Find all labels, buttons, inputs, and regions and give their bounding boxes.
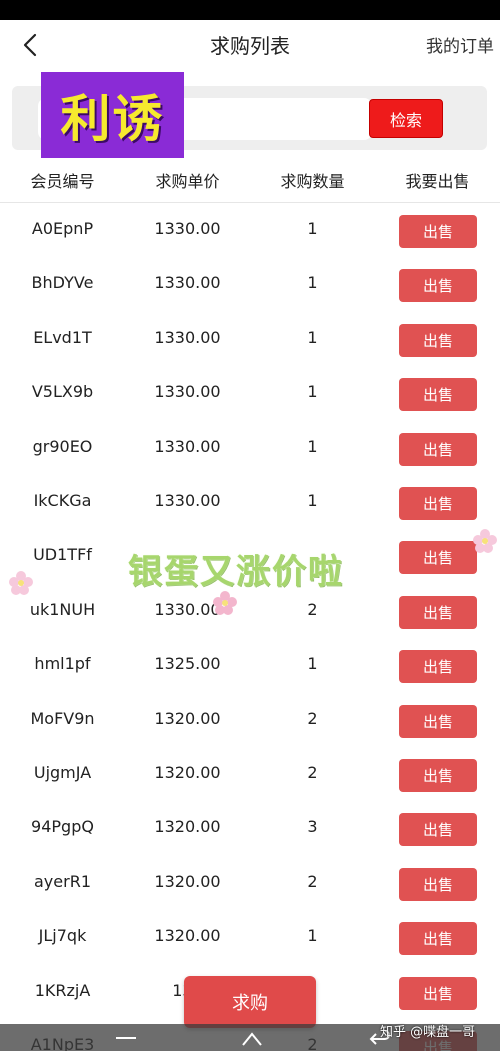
- table-row: BhDYVe 1330.00 1 出售: [0, 258, 500, 312]
- table-row: ELvd1T 1330.00 1 出售: [0, 313, 500, 367]
- status-bar: [0, 0, 500, 20]
- member-id-cell: V5LX9b: [31, 382, 94, 402]
- sell-button[interactable]: 出售: [399, 759, 477, 792]
- price-cell: 1320.00: [154, 817, 221, 837]
- price-cell: 1330.00: [154, 491, 221, 510]
- price-cell: 1325.00: [154, 654, 221, 674]
- sell-button[interactable]: 出售: [399, 922, 477, 956]
- price-cell: 1330.00: [154, 436, 221, 456]
- page: 求购列表 我的订单 检索 利诱 会员编号 求购单价 求购数量 我要出售 A0Ep…: [0, 0, 500, 1051]
- member-id-cell: IkCKGa: [33, 491, 92, 510]
- nav-bar: 求购列表 我的订单: [0, 20, 500, 70]
- table-row: JLj7qk 1320.00 1 出售: [0, 911, 500, 965]
- sell-button[interactable]: 出售: [399, 323, 477, 357]
- chevron-left-icon: [23, 33, 37, 57]
- member-id-cell: uk1NUH: [29, 599, 96, 619]
- sell-button[interactable]: 出售: [399, 976, 477, 1010]
- sell-button[interactable]: 出售: [399, 378, 477, 412]
- column-header-sell: 我要出售: [405, 172, 470, 191]
- member-id-cell: BhDYVe: [31, 273, 94, 293]
- price-cell: 1320.00: [154, 708, 221, 728]
- sell-button[interactable]: 出售: [399, 704, 477, 738]
- search-button[interactable]: 检索: [369, 99, 443, 138]
- watermark: 知乎 @喋盘一哥: [380, 1025, 476, 1040]
- quantity-cell: 1: [307, 491, 318, 510]
- sell-button[interactable]: 出售: [399, 595, 477, 629]
- table-row: ayerR1 1320.00 2 出售: [0, 857, 500, 911]
- table-row: gr90EO 1330.00 1 出售: [0, 422, 500, 476]
- sell-button[interactable]: 出售: [399, 650, 477, 684]
- table-row: MoFV9n 1320.00 2 出售: [0, 694, 500, 748]
- quantity-cell: 1: [307, 926, 318, 946]
- quantity-cell: 1: [307, 436, 318, 456]
- member-id-cell: UD1TFf: [33, 545, 92, 565]
- column-header-quantity: 求购数量: [280, 172, 345, 191]
- flower-sticker-icon: [473, 529, 497, 553]
- price-cell: 1320.00: [154, 926, 221, 946]
- home-icon[interactable]: [240, 1030, 264, 1046]
- quantity-cell: 1: [307, 219, 318, 238]
- sell-button[interactable]: 出售: [399, 813, 477, 847]
- quantity-cell: 1: [307, 654, 318, 674]
- sell-button[interactable]: 出售: [399, 215, 477, 248]
- table-row: 94PgpQ 1320.00 3 出售: [0, 802, 500, 856]
- quantity-cell: 2: [307, 763, 318, 782]
- price-cell: 1330.00: [154, 273, 221, 293]
- table-row: V5LX9b 1330.00 1 出售: [0, 367, 500, 421]
- page-title: 求购列表: [210, 34, 290, 58]
- sell-button[interactable]: 出售: [399, 487, 477, 520]
- quantity-cell: 2: [307, 599, 318, 619]
- overlay-caption: 银蛋又涨价啦: [128, 552, 344, 592]
- member-id-cell: JLj7qk: [38, 926, 87, 946]
- member-id-cell: 1KRzjA: [34, 980, 91, 1000]
- table-row: A0EpnP 1330.00 1 出售: [0, 204, 500, 258]
- sell-button[interactable]: 出售: [399, 432, 477, 466]
- table-row: hml1pf 1325.00 1 出售: [0, 639, 500, 693]
- table-row: IkCKGa 1330.00 1 出售: [0, 476, 500, 530]
- member-id-cell: hml1pf: [34, 654, 91, 674]
- member-id-cell: A0EpnP: [31, 219, 94, 238]
- quantity-cell: 3: [307, 817, 318, 837]
- sell-button[interactable]: 出售: [399, 269, 477, 303]
- my-orders-link[interactable]: 我的订单: [426, 32, 494, 57]
- table-row: UjgmJA 1320.00 2 出售: [0, 748, 500, 802]
- quantity-cell: 1: [307, 273, 318, 293]
- member-id-cell: ayerR1: [34, 871, 91, 891]
- price-cell: 1330.00: [154, 327, 221, 347]
- promo-badge: 利诱: [41, 72, 184, 158]
- table-header: 会员编号 求购单价 求购数量 我要出售: [0, 158, 500, 203]
- sell-button[interactable]: 出售: [399, 541, 477, 575]
- member-id-cell: ELvd1T: [33, 327, 92, 347]
- quantity-cell: 2: [307, 708, 318, 728]
- price-cell: 1330.00: [154, 219, 221, 238]
- quantity-cell: 1: [307, 382, 318, 402]
- price-cell: 1320.00: [154, 763, 221, 782]
- quantity-cell: 2: [307, 871, 318, 891]
- price-cell: 1330.00: [154, 382, 221, 402]
- back-button[interactable]: [14, 28, 48, 62]
- member-id-cell: 94PgpQ: [31, 817, 94, 837]
- flower-sticker-icon: [9, 571, 33, 595]
- member-id-cell: MoFV9n: [30, 708, 95, 728]
- column-header-member-id: 会员编号: [30, 172, 95, 191]
- promo-badge-text: 利诱: [60, 90, 165, 148]
- price-cell: 1320.00: [154, 871, 221, 891]
- flower-sticker-icon: [213, 591, 237, 615]
- column-header-price: 求购单价: [155, 172, 220, 191]
- quantity-cell: 1: [307, 327, 318, 347]
- member-id-cell: UjgmJA: [33, 763, 92, 782]
- member-id-cell: gr90EO: [32, 436, 93, 456]
- menu-icon[interactable]: [114, 1030, 138, 1046]
- sell-button[interactable]: 出售: [399, 867, 477, 901]
- buy-request-button[interactable]: 求购: [184, 976, 316, 1028]
